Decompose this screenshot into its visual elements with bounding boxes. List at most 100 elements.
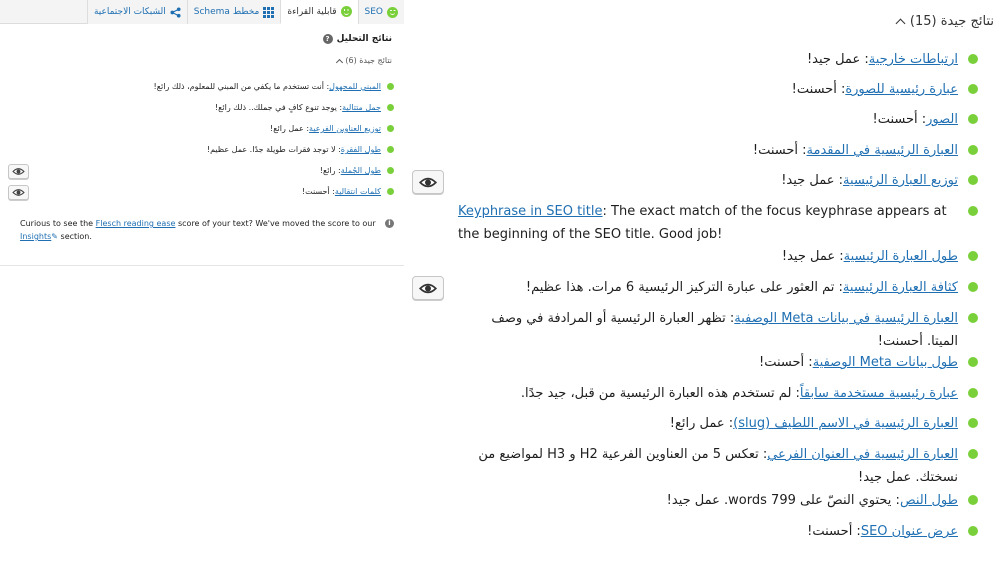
eye-icon (419, 177, 437, 187)
good-results-toggle[interactable]: نتائج جيدة (15) (895, 14, 994, 29)
eye-icon (419, 283, 437, 293)
good-bullet-icon (387, 167, 394, 174)
result-link[interactable]: طول العبارة الرئيسية (844, 249, 958, 264)
result-text: : أحسنت! (759, 355, 813, 370)
result-link[interactable]: العبارة الرئيسية في العنوان الفرعي (767, 447, 958, 462)
good-bullet-icon (968, 526, 978, 536)
result-item: طول النص: يحتوي النصّ على 799 words. عمل… (458, 489, 978, 512)
good-bullet-icon (968, 54, 978, 64)
result-item: Keyphrase in SEO title: The exact match … (458, 200, 978, 246)
good-bullet-icon (968, 418, 978, 428)
good-bullet-icon (968, 282, 978, 292)
tab-readability-label: قابلية القراءة (287, 6, 337, 17)
result-text: : أحسنت! (301, 187, 335, 196)
result-link[interactable]: العبارة الرئيسية في المقدمة (807, 143, 958, 158)
good-bullet-icon (387, 83, 394, 90)
result-link[interactable]: جمل متتالية (342, 103, 381, 112)
help-icon[interactable]: ? (322, 34, 333, 44)
good-bullet-icon (968, 145, 978, 155)
tab-social-label: الشبكات الاجتماعية (93, 7, 166, 17)
result-text: : أحسنت! (807, 524, 861, 539)
tab-schema-label: مخطط Schema (193, 7, 260, 17)
highlight-eye-button[interactable] (8, 164, 29, 179)
result-link[interactable]: طول الفقرة (341, 145, 381, 154)
good-bullet-icon (968, 206, 978, 216)
good-bullet-icon (968, 495, 978, 505)
tab-seo[interactable]: SEO (357, 0, 404, 24)
eye-icon (12, 168, 25, 175)
result-item: العبارة الرئيسية في المقدمة: أحسنت! (458, 139, 978, 162)
result-text: : يوجد تنوع كافٍ في جملك.. ذلك رائع! (214, 103, 343, 112)
result-link[interactable]: طول الجُملة (341, 166, 381, 175)
result-text: : عمل رائع! (270, 124, 310, 133)
result-item: توزيع العناوين الفرعية: عمل رائع! (270, 124, 394, 133)
result-link[interactable]: كلمات انتقالية (335, 187, 381, 196)
smiley-face-icon (387, 6, 398, 18)
result-item: عرض عنوان SEO: أحسنت! (458, 520, 978, 543)
result-item: جمل متتالية: يوجد تنوع كافٍ في جملك.. ذل… (215, 103, 394, 112)
result-link[interactable]: عبارة رئيسية مستخدمة سابقاً (800, 386, 958, 401)
tab-schema[interactable]: مخطط Schema (186, 0, 281, 24)
result-link[interactable]: المبني للمجهول (329, 82, 381, 91)
eye-icon (12, 189, 25, 196)
result-text: : يحتوي النصّ على 799 words. عمل جيد! (666, 493, 900, 508)
result-item: طول الجُملة: رائع! (320, 166, 394, 175)
tab-social[interactable]: الشبكات الاجتماعية (86, 0, 187, 24)
result-text: : أحسنت! (791, 82, 846, 97)
result-text: : تم العثور على عبارة التركيز الرئيسية 6… (525, 280, 843, 295)
result-text: : لم تستخدم هذه العبارة الرئيسية من قبل،… (520, 386, 800, 401)
result-link[interactable]: طول بيانات Meta الوصفية (813, 355, 958, 370)
good-bullet-icon (968, 313, 978, 323)
result-link[interactable]: الصور (926, 112, 958, 127)
result-link[interactable]: العبارة الرئيسية في بيانات Meta الوصفية (734, 311, 958, 326)
good-results-toggle[interactable]: نتائج جيدة (6) (336, 56, 392, 66)
result-text: : أنت تستخدم ما يكفي من المبني للمعلوم، … (153, 82, 330, 91)
edit-icon: ✎ (51, 232, 58, 241)
result-link[interactable]: توزيع العبارة الرئيسية (843, 173, 958, 188)
info-icon: i (385, 219, 394, 228)
result-item: المبني للمجهول: أنت تستخدم ما يكفي من ال… (154, 82, 394, 91)
tab-readability[interactable]: قابلية القراءة (280, 0, 358, 24)
result-item: كلمات انتقالية: أحسنت! (302, 187, 394, 196)
result-link[interactable]: كثافة العبارة الرئيسية (843, 280, 958, 295)
result-text: : عمل جيد! (781, 249, 844, 264)
result-item: طول الفقرة: لا توجد فقرات طويلة جدًا. عم… (207, 145, 394, 154)
result-link[interactable]: عرض عنوان SEO (861, 524, 958, 539)
result-item: العبارة الرئيسية في بيانات Meta الوصفية:… (458, 307, 978, 353)
result-item: العبارة الرئيسية في العنوان الفرعي: تعكس… (458, 443, 978, 489)
result-text: : عمل جيد! (806, 52, 869, 67)
metabox-tabs: SEO قابلية القراءة مخطط Schema الشبكات ا… (0, 0, 404, 24)
flesch-info-text: Curious to see the Flesch reading ease s… (20, 219, 376, 241)
result-item: الصور: أحسنت! (458, 108, 978, 131)
highlight-eye-button[interactable] (8, 185, 29, 200)
highlight-eye-button[interactable] (412, 276, 444, 300)
result-link[interactable]: ارتباطات خارجية (869, 52, 958, 67)
readability-panel: SEO قابلية القراءة مخطط Schema الشبكات ا… (0, 0, 404, 266)
good-bullet-icon (387, 125, 394, 132)
highlight-eye-button[interactable] (412, 170, 444, 194)
flesch-reading-ease-link[interactable]: Flesch reading ease (96, 219, 176, 228)
result-item: العبارة الرئيسية في الاسم اللطيف (slug):… (458, 412, 978, 435)
result-item: توزيع العبارة الرئيسية: عمل جيد! (458, 169, 978, 192)
result-text: : أحسنت! (872, 112, 927, 127)
result-text: : عمل جيد! (781, 173, 843, 188)
insights-link[interactable]: Insights (20, 232, 51, 241)
good-bullet-icon (387, 104, 394, 111)
result-link[interactable]: العبارة الرئيسية في الاسم اللطيف (slug) (733, 416, 958, 431)
good-results-label: نتائج جيدة (15) (909, 14, 994, 29)
result-link[interactable]: عبارة رئيسية للصورة (845, 82, 958, 97)
good-bullet-icon (387, 188, 394, 195)
good-bullet-icon (968, 449, 978, 459)
good-bullet-icon (968, 114, 978, 124)
good-bullet-icon (968, 175, 978, 185)
result-link[interactable]: طول النص (900, 493, 958, 508)
result-text: : أحسنت! (752, 143, 807, 158)
result-link[interactable]: توزيع العناوين الفرعية (309, 124, 381, 133)
result-item: عبارة رئيسية مستخدمة سابقاً: لم تستخدم ه… (458, 382, 978, 405)
chevron-up-icon (336, 58, 344, 66)
result-item: كثافة العبارة الرئيسية: تم العثور على عب… (458, 276, 978, 299)
result-text: : عمل رائع! (669, 416, 734, 431)
tab-seo-label: SEO (364, 7, 383, 17)
result-link[interactable]: Keyphrase in SEO title (458, 204, 603, 219)
analysis-results-heading: نتائج التحليل ? (322, 34, 392, 44)
